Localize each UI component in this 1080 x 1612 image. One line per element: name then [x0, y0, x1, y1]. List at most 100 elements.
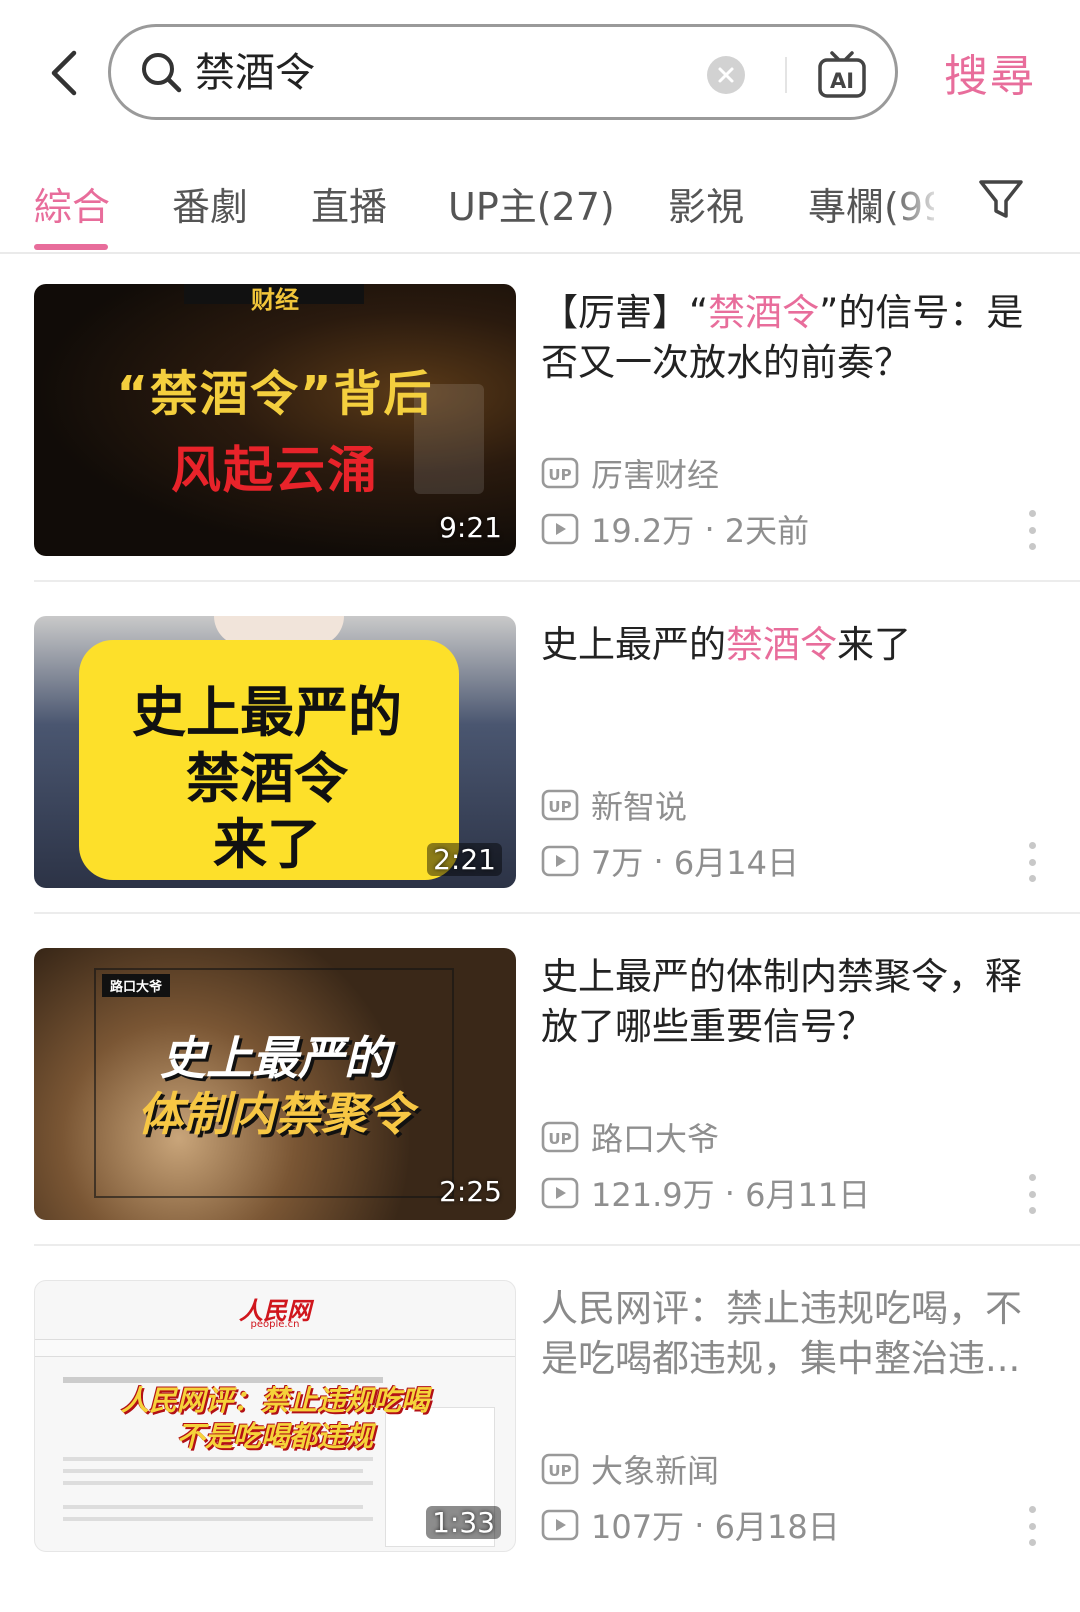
up-badge-icon: UP	[541, 789, 579, 821]
view-count: 107万	[591, 1508, 685, 1546]
filter-icon	[979, 180, 1023, 218]
uploader-name: 厉害财经	[591, 456, 720, 494]
search-submit-button[interactable]: 搜尋	[944, 40, 1036, 104]
video-title[interactable]: 史上最严的禁酒令来了	[541, 620, 1041, 670]
video-result-item[interactable]: 人民网 people.cn 人民网评：禁止违规吃喝 不是吃喝都违规 1:33 人…	[34, 1280, 1080, 1552]
uploader-row[interactable]: UP 厉害财经	[541, 450, 719, 496]
title-text: 史上最严的	[541, 623, 726, 666]
svg-text:UP: UP	[548, 1462, 571, 1480]
publish-date: 6月18日	[714, 1508, 840, 1546]
more-options-button[interactable]	[1024, 510, 1040, 550]
search-box-divider	[785, 57, 787, 93]
chevron-left-icon	[51, 50, 77, 96]
ai-search-button[interactable]: AI	[816, 49, 868, 101]
thumb-caption: 不是吃喝都违规	[176, 1420, 373, 1453]
thumb-logo-domain: people.cn	[250, 1319, 300, 1330]
up-badge-icon: UP	[541, 1453, 579, 1485]
list-divider	[34, 1244, 1080, 1246]
video-title[interactable]: 史上最严的体制内禁聚令，释放了哪些重要信号？	[541, 952, 1041, 1052]
view-count: 121.9万	[591, 1176, 715, 1214]
stats-row: 7万 · 6月14日	[541, 838, 799, 884]
video-title[interactable]: 人民网评：禁止违规吃喝，不是吃喝都违规，集中整治违...	[541, 1284, 1041, 1384]
stats-row: 19.2万 · 2天前	[541, 506, 809, 552]
video-thumbnail[interactable]: 人民网 people.cn 人民网评：禁止违规吃喝 不是吃喝都违规 1:33	[34, 1280, 516, 1552]
uploader-row[interactable]: UP 大象新闻	[541, 1446, 719, 1492]
video-thumbnail[interactable]: 财经 “禁酒令”背后 风起云涌 9:21	[34, 284, 516, 556]
publish-date: 6月11日	[745, 1176, 871, 1214]
tab-live[interactable]: 直播	[311, 176, 387, 231]
publish-date: 6月14日	[673, 844, 799, 882]
tab-comprehensive[interactable]: 綜合	[34, 176, 110, 231]
video-title[interactable]: 【厉害】“禁酒令”的信号：是否又一次放水的前奏？	[541, 288, 1041, 388]
view-count: 19.2万	[591, 512, 695, 550]
back-button[interactable]	[38, 45, 88, 101]
uploader-name: 大象新闻	[591, 1452, 720, 1490]
stats-row: 107万 · 6月18日	[541, 1502, 840, 1548]
svg-text:AI: AI	[830, 69, 854, 93]
list-divider	[34, 580, 1080, 582]
view-count: 7万	[591, 844, 644, 882]
search-category-tabs: 綜合 番劇 直播 UP主(27) 影視 專欄(99	[0, 150, 1080, 254]
title-keyword-highlight: 禁酒令	[726, 623, 837, 666]
uploader-name: 新智说	[591, 788, 688, 826]
svg-text:UP: UP	[548, 1130, 571, 1148]
title-text: 来了	[837, 623, 911, 666]
meta-separator: ·	[694, 510, 725, 548]
title-keyword-highlight: 禁酒令	[708, 291, 820, 334]
thumb-text-line	[63, 1481, 373, 1485]
video-duration: 2:25	[439, 1175, 502, 1208]
thumb-caption: 人民网评：禁止违规吃喝	[120, 1384, 429, 1417]
video-duration: 2:21	[427, 843, 502, 876]
more-options-button[interactable]	[1024, 1174, 1040, 1214]
play-count-icon	[541, 845, 579, 877]
tab-film-tv[interactable]: 影視	[668, 176, 744, 231]
stats-row: 121.9万 · 6月11日	[541, 1170, 870, 1216]
thumb-caption: 财经	[251, 286, 299, 314]
svg-text:UP: UP	[548, 466, 571, 484]
search-input[interactable]	[195, 43, 665, 103]
publish-date: 2天前	[724, 512, 810, 550]
search-icon	[142, 53, 182, 93]
thumb-caption: 体制内禁聚令	[137, 1087, 413, 1141]
ai-tv-icon: AI	[818, 51, 866, 98]
play-count-icon	[541, 513, 579, 545]
more-options-button[interactable]	[1024, 842, 1040, 882]
thumb-text-line	[63, 1457, 373, 1461]
search-box: AI	[108, 24, 898, 120]
uploader-row[interactable]: UP 新智说	[541, 782, 687, 828]
thumb-text-line	[63, 1505, 363, 1509]
svg-text:UP: UP	[548, 798, 571, 816]
more-options-button[interactable]	[1024, 1506, 1040, 1546]
list-divider	[34, 912, 1080, 914]
play-count-icon	[541, 1177, 579, 1209]
thumb-caption: “禁酒令”背后	[116, 366, 434, 422]
play-count-icon	[541, 1509, 579, 1541]
video-result-item[interactable]: 路口大爷 史上最严的 体制内禁聚令 2:25 史上最严的体制内禁聚令，释放了哪些…	[34, 948, 1080, 1220]
meta-separator: ·	[643, 842, 674, 880]
uploader-row[interactable]: UP 路口大爷	[541, 1114, 719, 1160]
tab-uploaders[interactable]: UP主(27)	[448, 176, 615, 231]
uploader-name: 路口大爷	[591, 1120, 720, 1158]
meta-separator: ·	[714, 1174, 746, 1212]
title-text: 【厉害】“	[541, 291, 709, 334]
thumb-nav-strip	[35, 1339, 515, 1357]
clear-search-button[interactable]	[707, 56, 745, 94]
video-thumbnail[interactable]: 史上最严的 禁酒令 来了 2:21	[34, 616, 516, 888]
tab-overflow-fade	[890, 150, 960, 250]
thumb-channel-tag: 路口大爷	[102, 974, 171, 997]
up-badge-icon: UP	[541, 1121, 579, 1153]
thumb-caption: 风起云涌	[171, 441, 379, 499]
tab-bangumi[interactable]: 番劇	[172, 176, 248, 231]
video-duration: 9:21	[439, 511, 502, 544]
thumb-text-line	[63, 1517, 373, 1521]
close-icon	[718, 67, 734, 83]
up-badge-icon: UP	[541, 457, 579, 489]
video-result-item[interactable]: 史上最严的 禁酒令 来了 2:21 史上最严的禁酒令来了 UP 新智说 7万 ·…	[34, 616, 1080, 888]
meta-separator: ·	[684, 1506, 715, 1544]
filter-button[interactable]	[976, 174, 1026, 224]
search-header: AI 搜尋	[0, 0, 1080, 150]
video-duration: 1:33	[426, 1506, 501, 1539]
video-thumbnail[interactable]: 路口大爷 史上最严的 体制内禁聚令 2:25	[34, 948, 516, 1220]
thumb-text-line	[63, 1469, 363, 1473]
video-result-item[interactable]: 财经 “禁酒令”背后 风起云涌 9:21 【厉害】“禁酒令”的信号：是否又一次放…	[34, 284, 1080, 556]
